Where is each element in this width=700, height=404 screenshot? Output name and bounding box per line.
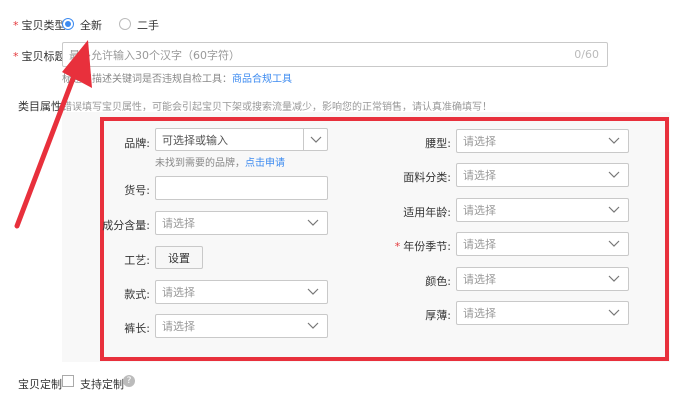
annotation-arrow-icon — [14, 40, 92, 229]
